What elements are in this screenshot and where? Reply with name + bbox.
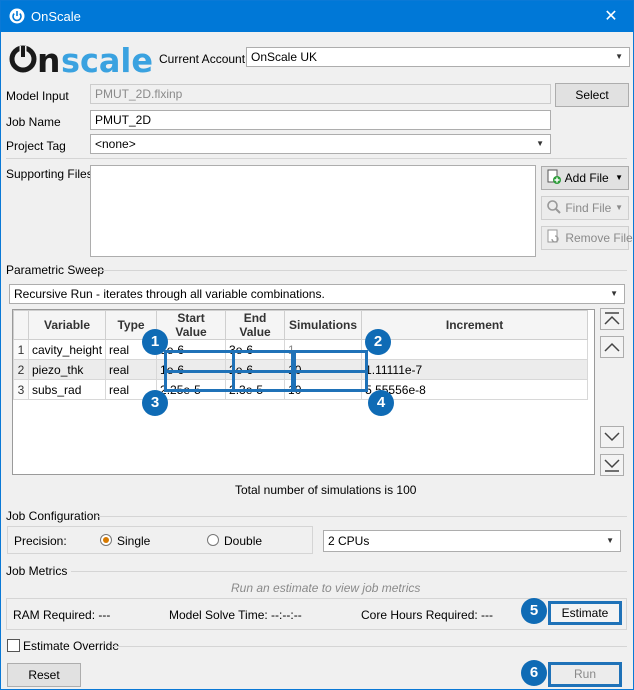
metrics-hint: Run an estimate to view job metrics bbox=[231, 581, 421, 595]
chevron-down-icon: ▼ bbox=[615, 52, 623, 61]
table-header-row: Variable Type Start Value End Value Simu… bbox=[13, 310, 589, 340]
supporting-files-label: Supporting Files bbox=[6, 167, 93, 181]
model-input-label: Model Input bbox=[6, 89, 69, 103]
power-icon bbox=[9, 8, 25, 24]
row-number: 1 bbox=[13, 339, 29, 360]
add-file-label: Add File bbox=[564, 171, 609, 185]
model-input-field: PMUT_2D.flxinp bbox=[90, 84, 551, 104]
select-button[interactable]: Select bbox=[555, 83, 629, 107]
variable-cell[interactable]: subs_rad bbox=[27, 379, 107, 400]
project-tag-select[interactable]: <none> ▼ bbox=[90, 134, 551, 154]
callout-4: 4 bbox=[368, 390, 394, 416]
sweep-mode-value: Recursive Run - iterates through all var… bbox=[14, 287, 325, 301]
highlight-divider bbox=[232, 350, 235, 392]
chevron-down-icon: ▼ bbox=[615, 173, 623, 182]
divider bbox=[71, 571, 627, 572]
chevron-up-icon bbox=[604, 342, 620, 352]
title-bar: OnScale ✕ bbox=[1, 1, 633, 32]
core-hours-required: Core Hours Required: --- bbox=[361, 608, 494, 622]
estimate-button[interactable]: Estimate bbox=[548, 601, 622, 625]
estimate-override-checkbox[interactable] bbox=[7, 639, 20, 652]
chevron-down-icon: ▼ bbox=[615, 203, 623, 212]
sweep-grid: Variable Type Start Value End Value Simu… bbox=[12, 309, 595, 475]
row-number-header bbox=[13, 310, 29, 340]
move-bottom-icon bbox=[604, 459, 620, 472]
callout-3: 3 bbox=[142, 390, 168, 416]
row-number: 3 bbox=[13, 379, 29, 400]
add-file-button[interactable]: Add File ▼ bbox=[541, 166, 629, 190]
increment-cell: 1.11111e-7 bbox=[361, 359, 589, 380]
supporting-files-list[interactable] bbox=[90, 165, 536, 257]
onscale-logo-mark: n scale bbox=[9, 41, 153, 80]
double-radio[interactable] bbox=[207, 534, 219, 546]
divider bbox=[97, 516, 627, 517]
project-tag-label: Project Tag bbox=[6, 139, 66, 153]
cpus-value: 2 CPUs bbox=[328, 534, 370, 548]
remove-file-label: Remove File bbox=[565, 231, 633, 245]
svg-text:scale: scale bbox=[61, 41, 153, 79]
cpus-select[interactable]: 2 CPUs ▼ bbox=[323, 530, 621, 552]
move-to-top-button[interactable] bbox=[600, 308, 624, 330]
close-icon[interactable]: ✕ bbox=[589, 1, 633, 32]
callout-5: 5 bbox=[521, 598, 547, 624]
move-top-icon bbox=[604, 312, 620, 325]
onscale-logo: n scale onscale bbox=[9, 39, 157, 80]
divider bbox=[97, 270, 627, 271]
callout-6: 6 bbox=[521, 660, 547, 686]
highlight-divider bbox=[164, 370, 368, 373]
column-header-variable[interactable]: Variable bbox=[27, 310, 107, 340]
move-to-bottom-button[interactable] bbox=[600, 454, 624, 476]
estimate-override-label: Estimate Override bbox=[23, 639, 120, 653]
chevron-down-icon: ▼ bbox=[536, 139, 544, 148]
double-label: Double bbox=[224, 534, 263, 548]
svg-text:n: n bbox=[37, 41, 61, 79]
add-file-icon bbox=[547, 169, 561, 184]
column-header-simulations[interactable]: Simulations bbox=[284, 310, 363, 340]
job-metrics-header: Job Metrics bbox=[6, 564, 68, 578]
precision-group: Precision: Single Double bbox=[7, 526, 313, 554]
precision-label: Precision: bbox=[14, 534, 67, 548]
job-configuration-header: Job Configuration bbox=[6, 509, 101, 523]
callout-2: 2 bbox=[365, 329, 391, 355]
increment-cell: 5.55556e-8 bbox=[361, 379, 589, 400]
run-button[interactable]: Run bbox=[548, 662, 622, 687]
current-account-label: Current Account: bbox=[159, 52, 249, 66]
current-account-value: OnScale UK bbox=[251, 50, 318, 64]
total-simulations: Total number of simulations is 100 bbox=[235, 483, 417, 497]
divider bbox=[6, 158, 627, 159]
job-name-field[interactable]: PMUT_2D bbox=[90, 110, 551, 130]
find-file-label: Find File bbox=[565, 201, 612, 215]
divider bbox=[113, 646, 627, 647]
reset-button[interactable]: Reset bbox=[7, 663, 81, 687]
chevron-down-icon: ▼ bbox=[606, 536, 614, 545]
chevron-down-icon bbox=[604, 432, 620, 442]
variable-cell[interactable]: piezo_thk bbox=[27, 359, 107, 380]
variable-cell[interactable]: cavity_height bbox=[27, 339, 107, 360]
single-label: Single bbox=[117, 534, 151, 548]
column-header-increment[interactable]: Increment bbox=[361, 310, 589, 340]
type-cell[interactable]: real bbox=[105, 359, 158, 380]
single-radio[interactable] bbox=[100, 534, 112, 546]
window-title: OnScale bbox=[31, 9, 81, 24]
sweep-mode-select[interactable]: Recursive Run - iterates through all var… bbox=[9, 284, 625, 304]
move-up-button[interactable] bbox=[600, 336, 624, 358]
find-file-button[interactable]: Find File ▼ bbox=[541, 196, 629, 220]
callout-1: 1 bbox=[142, 329, 168, 355]
remove-file-button[interactable]: Remove File bbox=[541, 226, 633, 250]
search-icon bbox=[547, 200, 561, 214]
column-header-end-value[interactable]: End Value bbox=[225, 310, 286, 340]
job-name-label: Job Name bbox=[6, 115, 61, 129]
current-account-select[interactable]: OnScale UK ▼ bbox=[246, 47, 630, 67]
move-down-button[interactable] bbox=[600, 426, 624, 448]
remove-file-icon bbox=[547, 229, 559, 243]
column-header-start-value[interactable]: Start Value bbox=[156, 310, 227, 340]
increment-cell bbox=[361, 339, 589, 360]
chevron-down-icon: ▼ bbox=[610, 289, 618, 298]
project-tag-value: <none> bbox=[95, 137, 136, 151]
model-solve-time: Model Solve Time: --:--:-- bbox=[169, 608, 302, 622]
row-number: 2 bbox=[13, 359, 29, 380]
onscale-dialog: OnScale ✕ n scale onscale Current Accoun… bbox=[0, 0, 634, 690]
ram-required: RAM Required: --- bbox=[13, 608, 111, 622]
parametric-sweep-header: Parametric Sweep bbox=[6, 263, 105, 277]
